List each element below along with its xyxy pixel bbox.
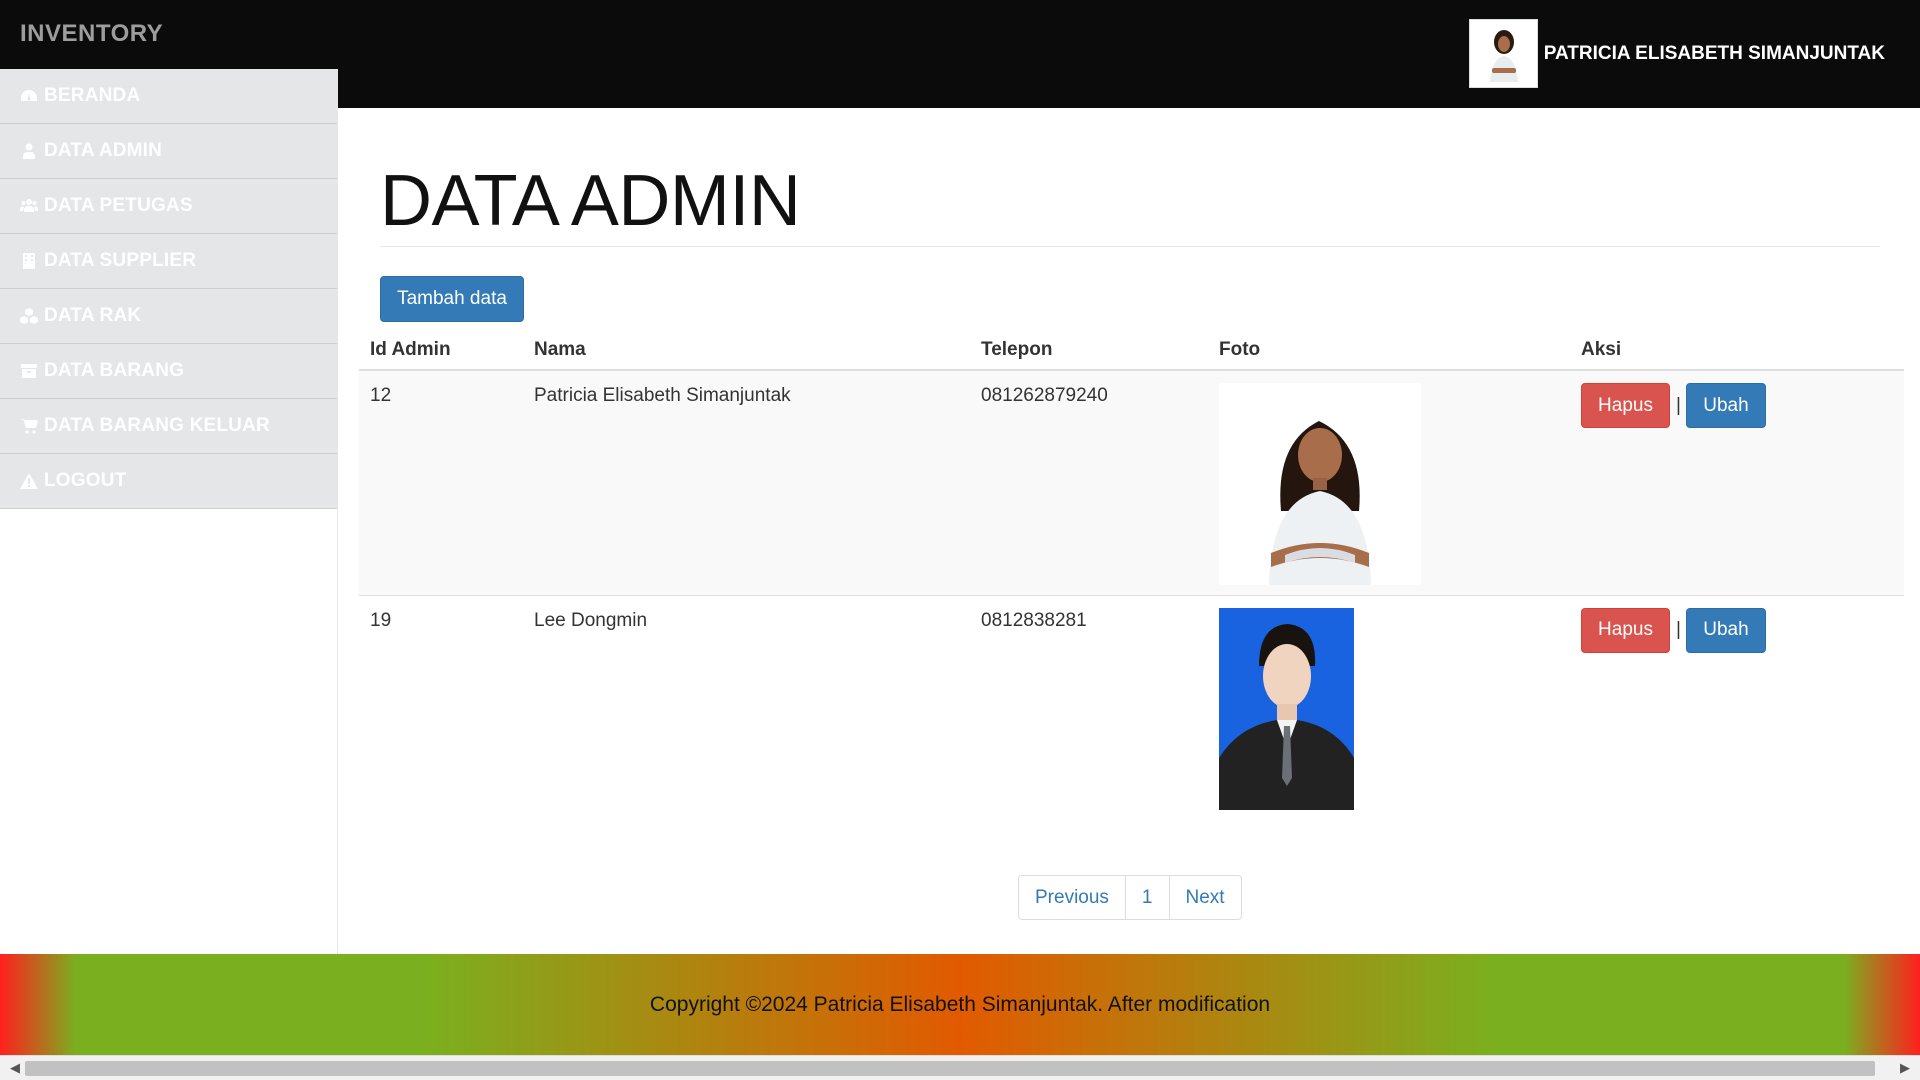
scroll-right-icon[interactable]: ▶ (1900, 1060, 1910, 1076)
sidebar-item-logout[interactable]: LOGOUT (0, 454, 337, 509)
brand-logo[interactable]: INVENTORY (20, 20, 163, 48)
action-separator: | (1676, 619, 1681, 640)
admin-table: Id Admin Nama Telepon Foto Aksi 12 Patri… (359, 322, 1904, 820)
table-row: 19 Lee Dongmin 0812838281 Hapus | Ubah (359, 594, 1904, 820)
warning-icon (20, 472, 38, 490)
table-row: 12 Patricia Elisabeth Simanjuntak 081262… (359, 369, 1904, 595)
user-icon (20, 142, 38, 160)
column-header-id: Id Admin (359, 322, 523, 371)
sidebar-item-data-admin[interactable]: DATA ADMIN (0, 124, 337, 179)
sidebar-item-label: LOGOUT (44, 470, 127, 491)
next-page-button[interactable]: Next (1168, 875, 1242, 920)
column-header-foto: Foto (1208, 322, 1570, 371)
users-icon (20, 197, 38, 215)
sidebar-item-label: DATA PETUGAS (44, 195, 193, 216)
horizontal-scrollbar[interactable]: ◀ ▶ (0, 1055, 1920, 1080)
pagination: Previous 1 Next (1018, 875, 1242, 920)
ubah-button[interactable]: Ubah (1685, 383, 1766, 428)
hapus-button[interactable]: Hapus (1581, 383, 1670, 428)
cell-foto (1208, 594, 1570, 820)
admin-photo (1219, 607, 1354, 810)
cell-id: 12 (359, 369, 523, 595)
footer-copyright: Copyright ©2024 Patricia Elisabeth Siman… (649, 992, 1271, 1016)
cell-aksi: Hapus | Ubah (1570, 369, 1904, 595)
cubes-icon (20, 307, 38, 325)
cell-nama: Patricia Elisabeth Simanjuntak (523, 369, 970, 595)
table-header-row: Id Admin Nama Telepon Foto Aksi (359, 322, 1904, 371)
admin-photo (1219, 383, 1421, 585)
scroll-left-icon[interactable]: ◀ (10, 1060, 20, 1076)
action-separator: | (1676, 394, 1681, 416)
hapus-button[interactable]: Hapus (1581, 607, 1670, 653)
sidebar-item-data-supplier[interactable]: DATA SUPPLIER (0, 234, 337, 289)
sidebar-item-label: DATA SUPPLIER (44, 250, 197, 271)
user-profile[interactable]: PATRICIA ELISABETH SIMANJUNTAK (1468, 19, 1885, 88)
avatar (1468, 19, 1538, 88)
cell-foto (1208, 369, 1570, 595)
add-data-button[interactable]: Tambah data (380, 276, 524, 322)
column-header-aksi: Aksi (1570, 322, 1904, 371)
building-icon (20, 252, 38, 270)
sidebar-item-label: BERANDA (44, 85, 141, 106)
sidebar-item-label: DATA ADMIN (44, 140, 163, 161)
divider (380, 246, 1880, 247)
sidebar-item-beranda[interactable]: BERANDA (0, 69, 337, 124)
cell-nama: Lee Dongmin (523, 594, 970, 820)
column-header-nama: Nama (523, 322, 970, 371)
previous-page-button[interactable]: Previous (1018, 875, 1126, 920)
page-title: DATA ADMIN (380, 161, 801, 241)
sidebar: BERANDA DATA ADMIN DATA PETUGAS DATA SUP… (0, 69, 338, 954)
sidebar-item-data-petugas[interactable]: DATA PETUGAS (0, 179, 337, 234)
row-actions: Hapus | Ubah (1581, 607, 1893, 653)
sidebar-item-label: DATA BARANG KELUAR (44, 415, 270, 436)
sidebar-item-data-rak[interactable]: DATA RAK (0, 289, 337, 344)
user-name: PATRICIA ELISABETH SIMANJUNTAK (1543, 42, 1885, 64)
archive-icon (20, 362, 38, 380)
scrollbar-thumb[interactable] (25, 1061, 1875, 1076)
footer: Copyright ©2024 Patricia Elisabeth Siman… (0, 954, 1920, 1055)
sidebar-item-data-barang[interactable]: DATA BARANG (0, 344, 337, 399)
page-number-button[interactable]: 1 (1124, 875, 1170, 920)
cell-id: 19 (359, 594, 523, 820)
sidebar-item-label: DATA RAK (44, 305, 142, 326)
row-actions: Hapus | Ubah (1581, 383, 1893, 428)
cell-telepon: 081262879240 (970, 369, 1208, 595)
cart-icon (20, 417, 38, 435)
ubah-button[interactable]: Ubah (1685, 607, 1766, 653)
main-content: DATA ADMIN Tambah data Id Admin Nama Tel… (338, 108, 1920, 954)
dashboard-icon (20, 87, 38, 105)
sidebar-item-data-barang-keluar[interactable]: DATA BARANG KELUAR (0, 399, 337, 454)
sidebar-item-label: DATA BARANG (44, 360, 185, 381)
cell-telepon: 0812838281 (970, 594, 1208, 820)
cell-aksi: Hapus | Ubah (1570, 594, 1904, 820)
column-header-telepon: Telepon (970, 322, 1208, 371)
